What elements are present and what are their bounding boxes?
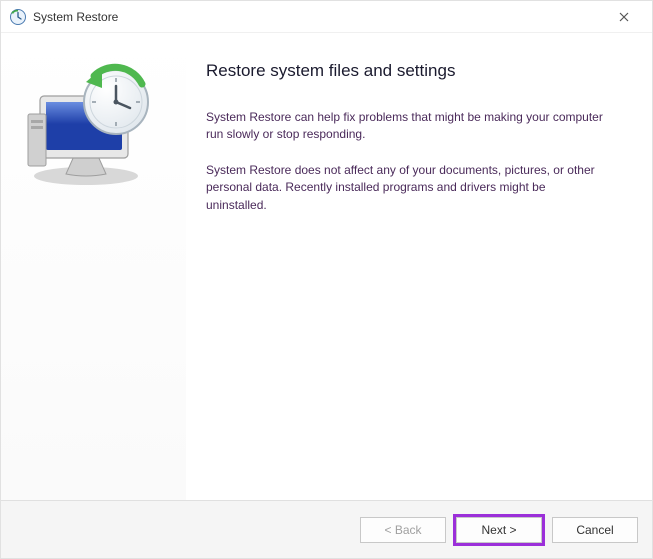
back-button[interactable]: < Back xyxy=(360,517,446,543)
titlebar: System Restore xyxy=(1,1,652,33)
system-restore-artwork-icon xyxy=(16,58,166,188)
close-icon xyxy=(619,12,629,22)
system-restore-window: System Restore xyxy=(0,0,653,559)
wizard-footer: < Back Next > Cancel xyxy=(1,500,652,558)
close-button[interactable] xyxy=(604,1,644,33)
wizard-content: Restore system files and settings System… xyxy=(186,33,652,500)
dialog-body: Restore system files and settings System… xyxy=(1,33,652,500)
wizard-sidebar xyxy=(1,33,186,500)
page-heading: Restore system files and settings xyxy=(206,61,620,81)
system-restore-icon xyxy=(9,8,27,26)
cancel-button[interactable]: Cancel xyxy=(552,517,638,543)
next-button[interactable]: Next > xyxy=(456,517,542,543)
intro-paragraph-2: System Restore does not affect any of yo… xyxy=(206,162,606,214)
titlebar-title: System Restore xyxy=(33,10,604,24)
intro-paragraph-1: System Restore can help fix problems tha… xyxy=(206,109,606,144)
